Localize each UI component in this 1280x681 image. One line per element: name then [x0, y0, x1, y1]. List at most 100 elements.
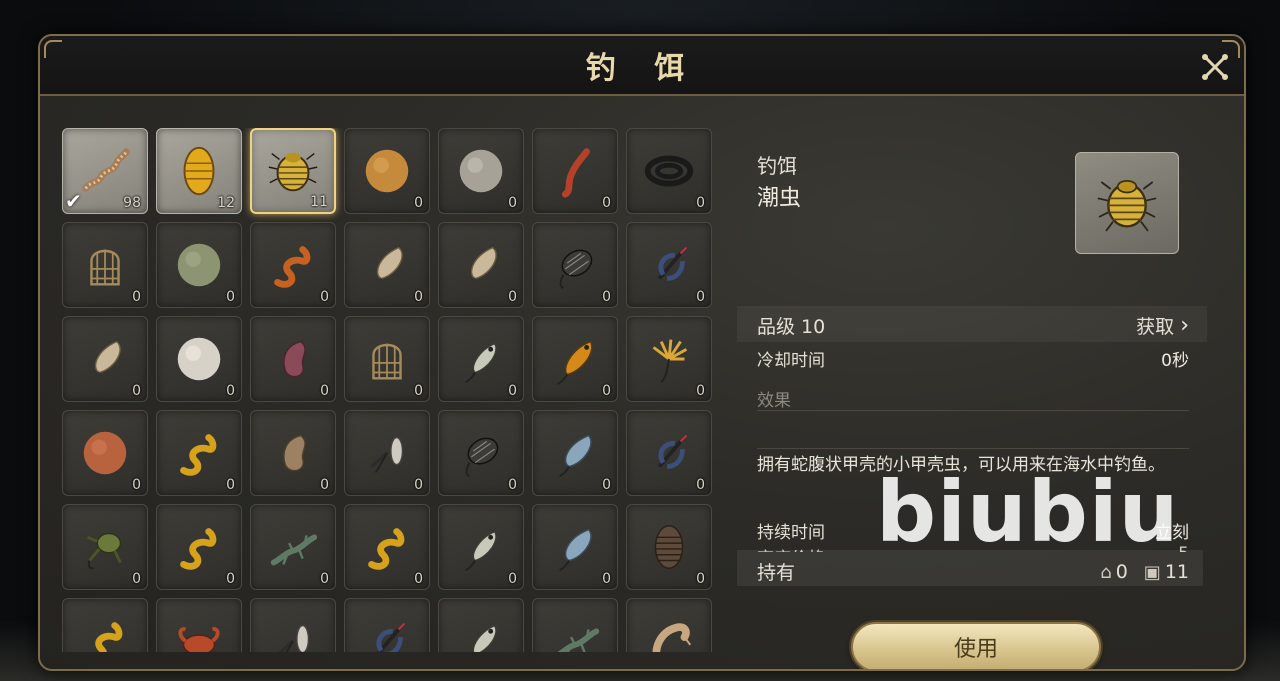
- bait-slot[interactable]: 0: [156, 316, 242, 402]
- bait-slot[interactable]: 0: [626, 316, 712, 402]
- item-description: 拥有蛇腹状甲壳的小甲壳虫，可以用来在海水中钓鱼。: [757, 455, 1165, 475]
- lizard-icon: [557, 628, 600, 652]
- bait-count: 0: [320, 289, 329, 305]
- bait-slot[interactable]: 0: [156, 222, 242, 308]
- minnow-lure-icon: [465, 530, 497, 572]
- bait-slot[interactable]: [438, 598, 524, 652]
- fly-lure-icon: [376, 622, 406, 652]
- bait-slot[interactable]: 0: [250, 504, 336, 590]
- bait-slot[interactable]: [156, 598, 242, 652]
- bait-slot[interactable]: 0: [344, 410, 430, 496]
- bait-grid: ✔ 98 12 11 0 0 0 0 0 0 0 0 0 0 0 0 0 0 0 0 0 0 0 0 0 0 0 0 0 0 0 0 0 0 0 0: [62, 128, 720, 652]
- bait-slot[interactable]: [532, 598, 618, 652]
- close-button[interactable]: [1198, 50, 1232, 84]
- bait-slot[interactable]: 0: [438, 316, 524, 402]
- close-icon: [1202, 54, 1228, 80]
- bait-slot[interactable]: 0: [250, 410, 336, 496]
- bait-slot[interactable]: 11: [250, 128, 336, 214]
- bait-count: 0: [320, 571, 329, 587]
- bait-count: 0: [602, 477, 611, 493]
- woodlouse-icon: [654, 525, 684, 569]
- bait-slot[interactable]: 0: [532, 410, 618, 496]
- bait-slot[interactable]: 0: [532, 316, 618, 402]
- bait-slot[interactable]: 0: [438, 222, 524, 308]
- bait-slot[interactable]: 0: [532, 504, 618, 590]
- effect-label: 效果: [757, 391, 791, 411]
- bait-slot[interactable]: 0: [532, 128, 618, 214]
- bait-slot[interactable]: ✔ 98: [62, 128, 148, 214]
- bait-slot[interactable]: 0: [626, 410, 712, 496]
- spinner-icon: [278, 624, 310, 652]
- bait-slot[interactable]: 0: [62, 316, 148, 402]
- leech-brown-icon: [283, 434, 306, 472]
- bait-slot[interactable]: 12: [156, 128, 242, 214]
- bait-slot[interactable]: 0: [344, 128, 430, 214]
- cooldown-row: 冷却时间 0秒: [757, 346, 1189, 371]
- spinner-icon: [370, 436, 404, 474]
- bait-slot[interactable]: 0: [62, 222, 148, 308]
- beetle-icon: [1097, 179, 1157, 232]
- bait-slot[interactable]: [62, 598, 148, 652]
- frog-lure-icon: [87, 532, 122, 570]
- divider: [757, 448, 1189, 449]
- fly-lure-icon: [657, 246, 688, 281]
- bait-slot[interactable]: 0: [626, 504, 712, 590]
- bait-slot[interactable]: [344, 598, 430, 652]
- bait-count: 0: [414, 195, 423, 211]
- bait-slot[interactable]: 0: [438, 410, 524, 496]
- bait-count: 0: [696, 571, 705, 587]
- check-icon: ✔: [65, 189, 82, 213]
- bait-detail-pane: 钓饵 潮虫 品级 10 获取 › 冷却时间 0秒 效果 拥有蛇腹状甲壳的小甲壳虫…: [737, 128, 1207, 669]
- bait-slot[interactable]: [250, 598, 336, 652]
- bait-count: 11: [310, 194, 328, 210]
- bait-count: 0: [602, 289, 611, 305]
- minnow-lure-icon: [472, 624, 497, 652]
- worm-yellow-icon: [368, 528, 405, 570]
- bait-slot[interactable]: 0: [156, 504, 242, 590]
- bait-slot[interactable]: 0: [532, 222, 618, 308]
- bag-icon: ▣: [1143, 561, 1161, 583]
- bait-count: 0: [226, 289, 235, 305]
- bait-count: 0: [696, 289, 705, 305]
- worm-yellow-icon: [95, 622, 123, 652]
- bait-slot[interactable]: 0: [156, 410, 242, 496]
- title-bar: 钓 饵: [40, 36, 1244, 96]
- bait-count: 0: [696, 195, 705, 211]
- bait-count: 0: [226, 383, 235, 399]
- bait-slot[interactable]: 0: [344, 316, 430, 402]
- shrimp-icon: [652, 623, 692, 652]
- bait-slot[interactable]: 0: [438, 128, 524, 214]
- bait-slot[interactable]: 0: [626, 128, 712, 214]
- bait-grid-scroll[interactable]: ✔ 98 12 11 0 0 0 0 0 0 0 0 0 0 0 0 0 0 0 0 0 0 0 0 0 0 0 0 0 0 0 0 0 0 0 0: [62, 128, 720, 652]
- bait-slot[interactable]: [626, 598, 712, 652]
- acquire-link[interactable]: 获取 ›: [1136, 312, 1189, 339]
- bait-count: 0: [696, 477, 705, 493]
- bait-count: 0: [132, 289, 141, 305]
- detail-thumbnail: [1075, 152, 1179, 254]
- use-button[interactable]: 使用: [851, 622, 1101, 669]
- bait-count: 0: [414, 477, 423, 493]
- divider: [757, 410, 1189, 411]
- bait-slot[interactable]: 0: [344, 222, 430, 308]
- cage-icon: [90, 249, 120, 286]
- bait-count: 12: [217, 195, 235, 211]
- duration-row: 持续时间 立刻: [757, 518, 1189, 543]
- grade-row: 品级 10 获取 ›: [757, 312, 1189, 339]
- bait-slot[interactable]: 0: [250, 316, 336, 402]
- bait-slot[interactable]: 0: [438, 504, 524, 590]
- bait-count: 0: [508, 289, 517, 305]
- bait-count: 0: [602, 195, 611, 211]
- acquire-label: 获取: [1136, 316, 1175, 338]
- bait-slot[interactable]: 0: [250, 222, 336, 308]
- ball-green-icon: [177, 243, 221, 287]
- bait-count: 0: [696, 383, 705, 399]
- bait-slot[interactable]: 0: [62, 504, 148, 590]
- bait-slot[interactable]: 0: [62, 410, 148, 496]
- worm-yellow-icon: [180, 434, 217, 476]
- corner-ornament: [44, 40, 62, 58]
- bait-slot[interactable]: 0: [344, 504, 430, 590]
- blue-spoon-icon: [559, 434, 592, 478]
- bait-slot[interactable]: 0: [626, 222, 712, 308]
- beetle-lure-icon: [559, 249, 593, 290]
- worm-icon: [82, 148, 130, 192]
